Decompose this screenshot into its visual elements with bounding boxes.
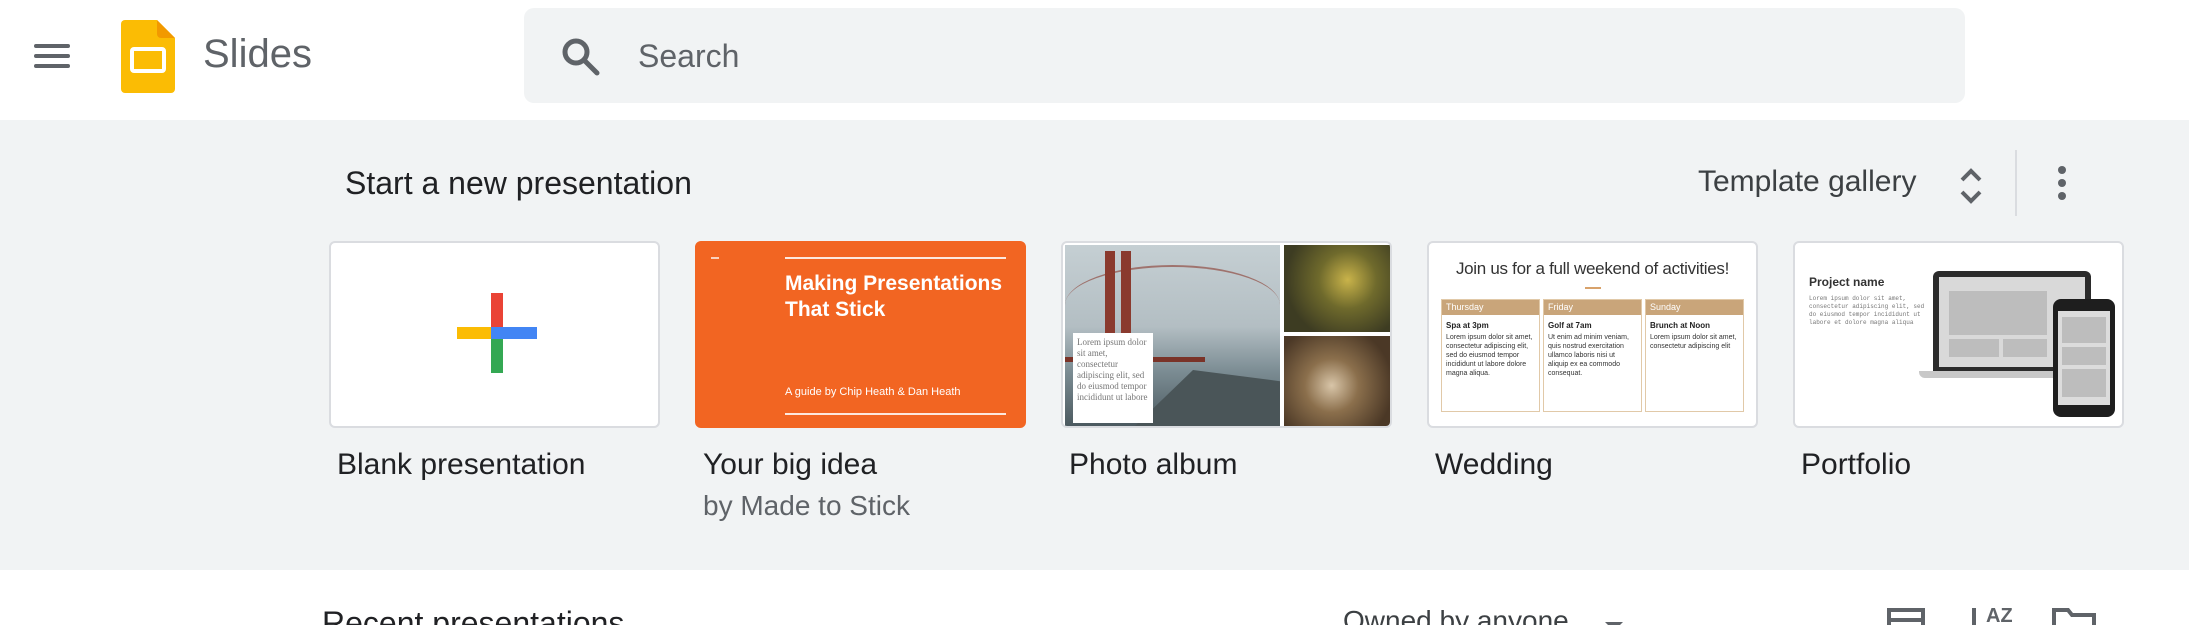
template-your-big-idea[interactable]: Making Presentations That Stick A guide … xyxy=(695,241,1026,522)
schedule-column: Sunday Brunch at Noon Lorem ipsum dolor … xyxy=(1645,299,1744,412)
list-view-icon[interactable] xyxy=(1886,606,1926,625)
divider xyxy=(2015,150,2017,216)
recent-title: Recent presentations xyxy=(322,605,625,625)
bridge-photo: Lorem ipsum dolor sit amet, consectetur … xyxy=(1065,245,1280,426)
template-thumbnail[interactable] xyxy=(329,241,660,428)
template-name: Photo album xyxy=(1069,448,1238,481)
schedule-day: Friday xyxy=(1544,300,1641,315)
thumbnail-body: Lorem ipsum dolor sit amet, consectetur … xyxy=(1809,295,1925,326)
unfold-icon xyxy=(1960,168,1982,204)
search-placeholder: Search xyxy=(638,38,740,74)
app-name[interactable]: Slides xyxy=(203,32,312,77)
divider xyxy=(785,413,1006,415)
schedule-column: Friday Golf at 7am Ut enim ad minim veni… xyxy=(1543,299,1642,412)
search-input[interactable]: Search xyxy=(524,8,1965,103)
template-thumbnail[interactable]: Making Presentations That Stick A guide … xyxy=(695,241,1026,428)
template-thumbnail[interactable]: Lorem ipsum dolor sit amet, consectetur … xyxy=(1061,241,1392,428)
divider xyxy=(1585,287,1601,289)
schedule-day: Sunday xyxy=(1646,300,1743,315)
schedule-time: Spa at 3pm xyxy=(1446,321,1489,330)
schedule-day: Thursday xyxy=(1442,300,1539,315)
schedule-text: Lorem ipsum dolor sit amet, consectetur … xyxy=(1446,334,1533,377)
thumbnail-subtitle: A guide by Chip Heath & Dan Heath xyxy=(785,386,961,398)
search-icon[interactable] xyxy=(560,36,602,78)
schedule-time: Golf at 7am xyxy=(1548,321,1592,330)
template-wedding[interactable]: Join us for a full weekend of activities… xyxy=(1427,241,1758,482)
template-strip: Start a new presentation Template galler… xyxy=(0,120,2189,570)
table-photo xyxy=(1284,336,1390,426)
more-options-icon[interactable] xyxy=(2044,150,2080,216)
template-gallery-label: Template gallery xyxy=(1698,165,1917,198)
main-menu-icon[interactable] xyxy=(26,34,78,78)
schedule-text: Ut enim ad minim veniam, quis nostrud ex… xyxy=(1548,334,1629,377)
template-thumbnail[interactable]: Project name Lorem ipsum dolor sit amet,… xyxy=(1793,241,2124,428)
sort-az-icon[interactable]: AZ xyxy=(1966,600,2012,625)
template-photo-album[interactable]: Lorem ipsum dolor sit amet, consectetur … xyxy=(1061,241,1392,482)
leaves-photo xyxy=(1284,245,1390,332)
plus-icon xyxy=(457,293,537,373)
schedule-time: Brunch at Noon xyxy=(1650,321,1710,330)
thumbnail-title: Join us for a full weekend of activities… xyxy=(1455,259,1730,278)
photo-caption: Lorem ipsum dolor sit amet, consectetur … xyxy=(1073,333,1153,423)
top-app-bar: Slides Search xyxy=(0,0,2189,120)
thumbnail-title: Project name xyxy=(1809,275,1885,289)
owner-filter-dropdown[interactable]: Owned by anyone xyxy=(1343,605,1569,625)
template-portfolio[interactable]: Project name Lorem ipsum dolor sit amet,… xyxy=(1793,241,2124,482)
template-gallery-button[interactable]: Template gallery xyxy=(1688,148,1998,220)
folder-icon[interactable] xyxy=(2052,606,2096,625)
template-name: Portfolio xyxy=(1801,448,1912,481)
phone-mockup xyxy=(2053,299,2115,417)
schedule-column: Thursday Spa at 3pm Lorem ipsum dolor si… xyxy=(1441,299,1540,412)
template-name: Your big idea xyxy=(703,448,878,481)
template-name: Blank presentation xyxy=(337,448,586,481)
template-author: by Made to Stick xyxy=(703,490,910,521)
divider xyxy=(785,257,1006,259)
template-blank[interactable]: Blank presentation xyxy=(329,241,660,482)
slides-logo-icon[interactable] xyxy=(121,20,175,93)
section-title: Start a new presentation xyxy=(345,165,692,201)
schedule-text: Lorem ipsum dolor sit amet, consectetur … xyxy=(1650,334,1737,350)
template-name: Wedding xyxy=(1435,448,1553,481)
template-thumbnail[interactable]: Join us for a full weekend of activities… xyxy=(1427,241,1758,428)
svg-text:AZ: AZ xyxy=(1986,605,2012,625)
thumbnail-title: Making Presentations That Stick xyxy=(785,272,1003,321)
